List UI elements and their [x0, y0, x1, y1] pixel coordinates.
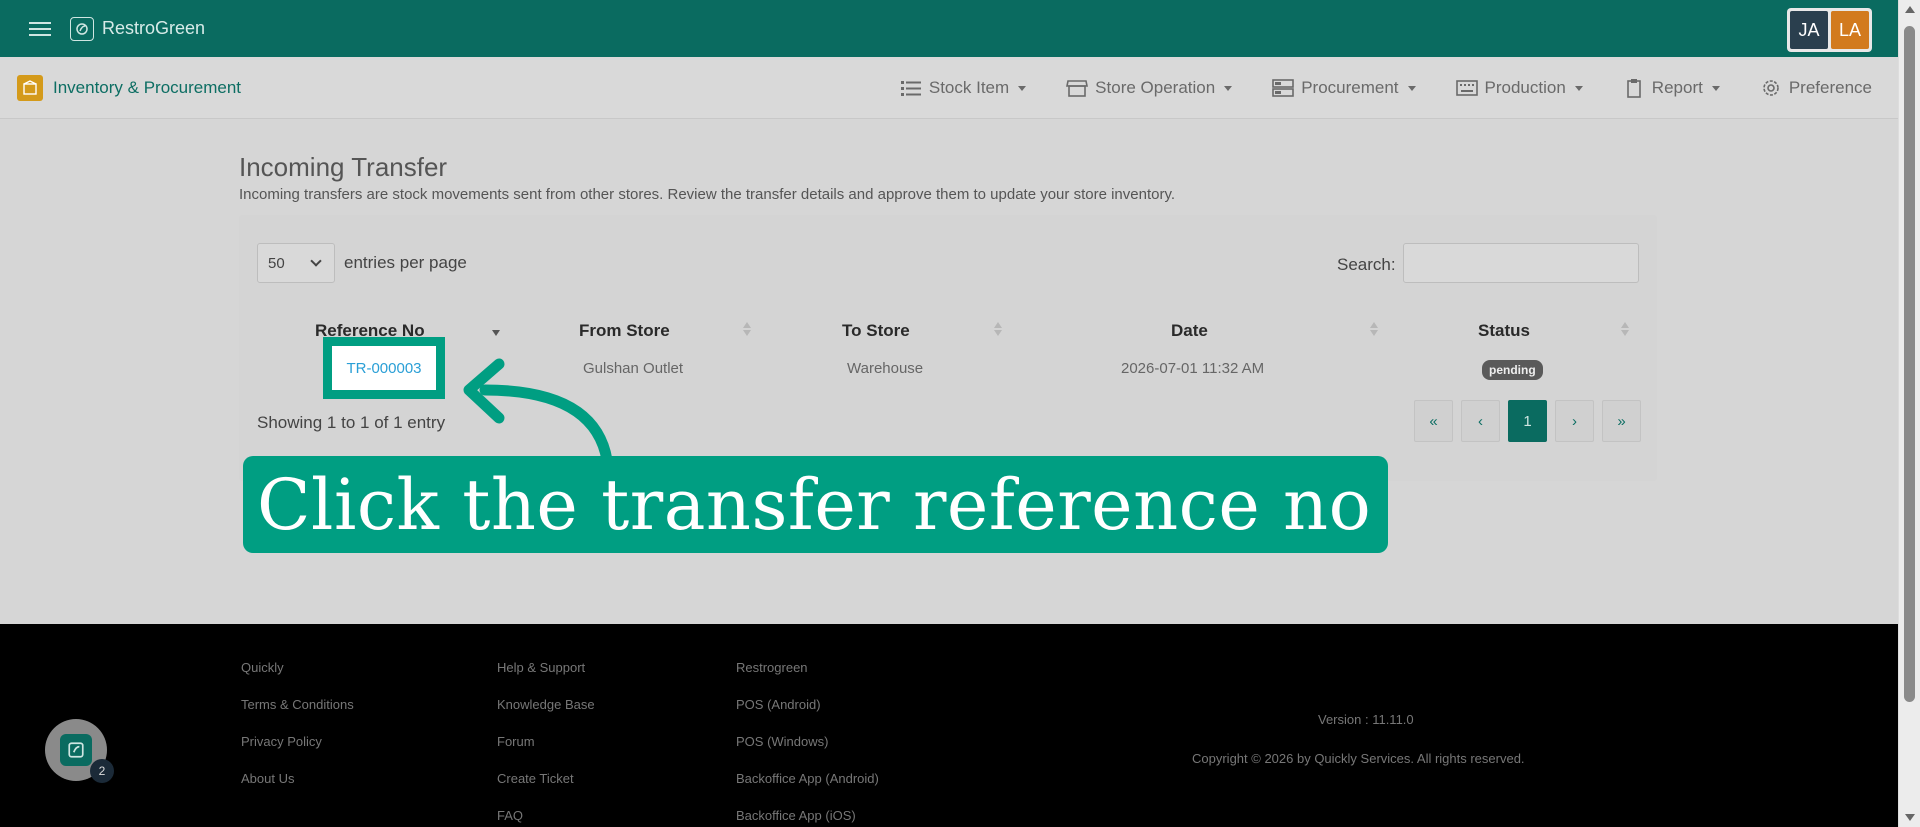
hamburger-menu-icon[interactable] [29, 21, 51, 36]
page-title: Incoming Transfer [239, 152, 448, 182]
menu-production-label: Production [1484, 78, 1566, 97]
footer-column-help: Help & Support Knowledge Base Forum Crea… [497, 660, 595, 823]
menu-store-operation-label: Store Operation [1095, 78, 1216, 97]
footer-link[interactable]: Knowledge Base [497, 697, 595, 712]
cell-date: 2026-07-01 11:32 AM [1121, 360, 1265, 377]
module-title[interactable]: Inventory & Procurement [53, 78, 241, 98]
column-header-to-store[interactable]: To Store [842, 321, 910, 341]
footer-link[interactable]: Terms & Conditions [241, 697, 354, 712]
procurement-icon [1272, 79, 1294, 97]
search-input[interactable] [1403, 243, 1639, 283]
menu-production[interactable]: Production [1455, 78, 1583, 98]
footer-link[interactable]: Backoffice App (Android) [736, 771, 879, 786]
module-navbar: Inventory & Procurement Stock Item Store… [0, 57, 1898, 119]
reference-link[interactable]: TR-000003 [346, 360, 421, 377]
scroll-thumb[interactable] [1904, 26, 1915, 702]
table-info: Showing 1 to 1 of 1 entry [257, 413, 446, 432]
next-page-button[interactable]: › [1555, 400, 1594, 442]
module-menu: Stock Item Store Operation Procurement P… [900, 57, 1872, 119]
transfer-table-card: 50 entries per page Search: Reference No… [239, 215, 1657, 481]
footer-link[interactable]: Create Ticket [497, 771, 595, 786]
menu-report-label: Report [1651, 78, 1703, 97]
footer-column-company: Quickly Terms & Conditions Privacy Polic… [241, 660, 354, 786]
sort-desc-icon[interactable] [491, 321, 501, 339]
scroll-down-icon[interactable] [1905, 814, 1915, 821]
footer-link[interactable]: POS (Windows) [736, 734, 879, 749]
app-version: Version : 11.11.0 [1318, 712, 1414, 727]
tutorial-callout: Click the transfer reference no [243, 456, 1388, 553]
menu-procurement-label: Procurement [1301, 78, 1399, 97]
sort-icon[interactable] [1369, 321, 1379, 339]
search-label: Search: [1337, 255, 1396, 274]
page-scrollbar[interactable] [1898, 0, 1920, 827]
cell-to-store: Warehouse [847, 360, 924, 377]
footer-link[interactable]: Privacy Policy [241, 734, 354, 749]
tutorial-callout-text: Click the transfer reference no [257, 463, 1372, 546]
sort-icon[interactable] [993, 321, 1003, 339]
caret-down-icon [1574, 85, 1583, 91]
caret-down-icon [1711, 85, 1720, 91]
menu-stock-item-label: Stock Item [928, 78, 1010, 97]
menu-procurement[interactable]: Procurement [1272, 78, 1416, 98]
footer-link[interactable]: About Us [241, 771, 354, 786]
first-page-button[interactable]: « [1414, 400, 1453, 442]
sort-icon[interactable] [1620, 321, 1630, 339]
avatar-ja[interactable]: JA [1790, 11, 1828, 49]
avatar-la[interactable]: LA [1831, 11, 1869, 49]
menu-store-operation[interactable]: Store Operation [1066, 78, 1233, 98]
chat-notification-badge: 2 [90, 759, 114, 783]
keyboard-icon [1455, 80, 1478, 96]
prev-page-button[interactable]: ‹ [1461, 400, 1500, 442]
footer-link[interactable]: Help & Support [497, 660, 595, 675]
footer-column-apps: Restrogreen POS (Android) POS (Windows) … [736, 660, 879, 823]
column-header-status[interactable]: Status [1478, 321, 1530, 341]
status-badge: pending [1482, 360, 1543, 380]
tutorial-arrow-icon [463, 358, 613, 466]
copyright-text: Copyright © 2026 by Quickly Services. Al… [1192, 751, 1525, 766]
last-page-button[interactable]: » [1602, 400, 1641, 442]
user-avatars: JA LA [1787, 8, 1872, 52]
footer-link[interactable]: FAQ [497, 808, 595, 823]
footer: Quickly Terms & Conditions Privacy Polic… [0, 624, 1898, 827]
clipboard-icon [1626, 79, 1641, 98]
pagination: « ‹ 1 › » [1414, 400, 1641, 442]
page-length-value: 50 [268, 254, 285, 272]
brand-name: RestroGreen [102, 18, 206, 38]
footer-link[interactable]: POS (Android) [736, 697, 879, 712]
page-length-label: entries per page [344, 253, 467, 272]
menu-preference-label: Preference [1788, 78, 1872, 97]
footer-link[interactable]: Quickly [241, 660, 354, 675]
menu-report[interactable]: Report [1623, 78, 1720, 98]
caret-down-icon [1224, 85, 1233, 91]
footer-link[interactable]: Backoffice App (iOS) [736, 808, 879, 823]
footer-link[interactable]: Restrogreen [736, 660, 879, 675]
column-header-from-store[interactable]: From Store [579, 321, 670, 341]
store-icon [1066, 80, 1089, 97]
chevron-down-icon [310, 255, 322, 267]
caret-down-icon [1018, 85, 1027, 91]
page-1-button[interactable]: 1 [1508, 400, 1547, 442]
menu-preference[interactable]: Preference [1760, 78, 1872, 98]
top-bar: RestroGreen JA LA [0, 0, 1898, 57]
page-length-select[interactable]: 50 [257, 243, 335, 283]
gear-icon [1763, 80, 1779, 96]
footer-link[interactable]: Forum [497, 734, 595, 749]
menu-stock-item[interactable]: Stock Item [900, 78, 1027, 98]
inventory-module-icon [17, 74, 43, 101]
scroll-up-icon[interactable] [1905, 6, 1915, 13]
brand-logo-icon [70, 16, 94, 41]
chat-logo-icon [60, 734, 92, 766]
column-header-date[interactable]: Date [1171, 321, 1208, 341]
list-icon [900, 81, 921, 96]
page-subtitle: Incoming transfers are stock movements s… [239, 186, 1175, 203]
caret-down-icon [1407, 85, 1416, 91]
reference-link-highlight[interactable]: TR-000003 [323, 337, 445, 399]
sort-icon[interactable] [742, 321, 752, 339]
